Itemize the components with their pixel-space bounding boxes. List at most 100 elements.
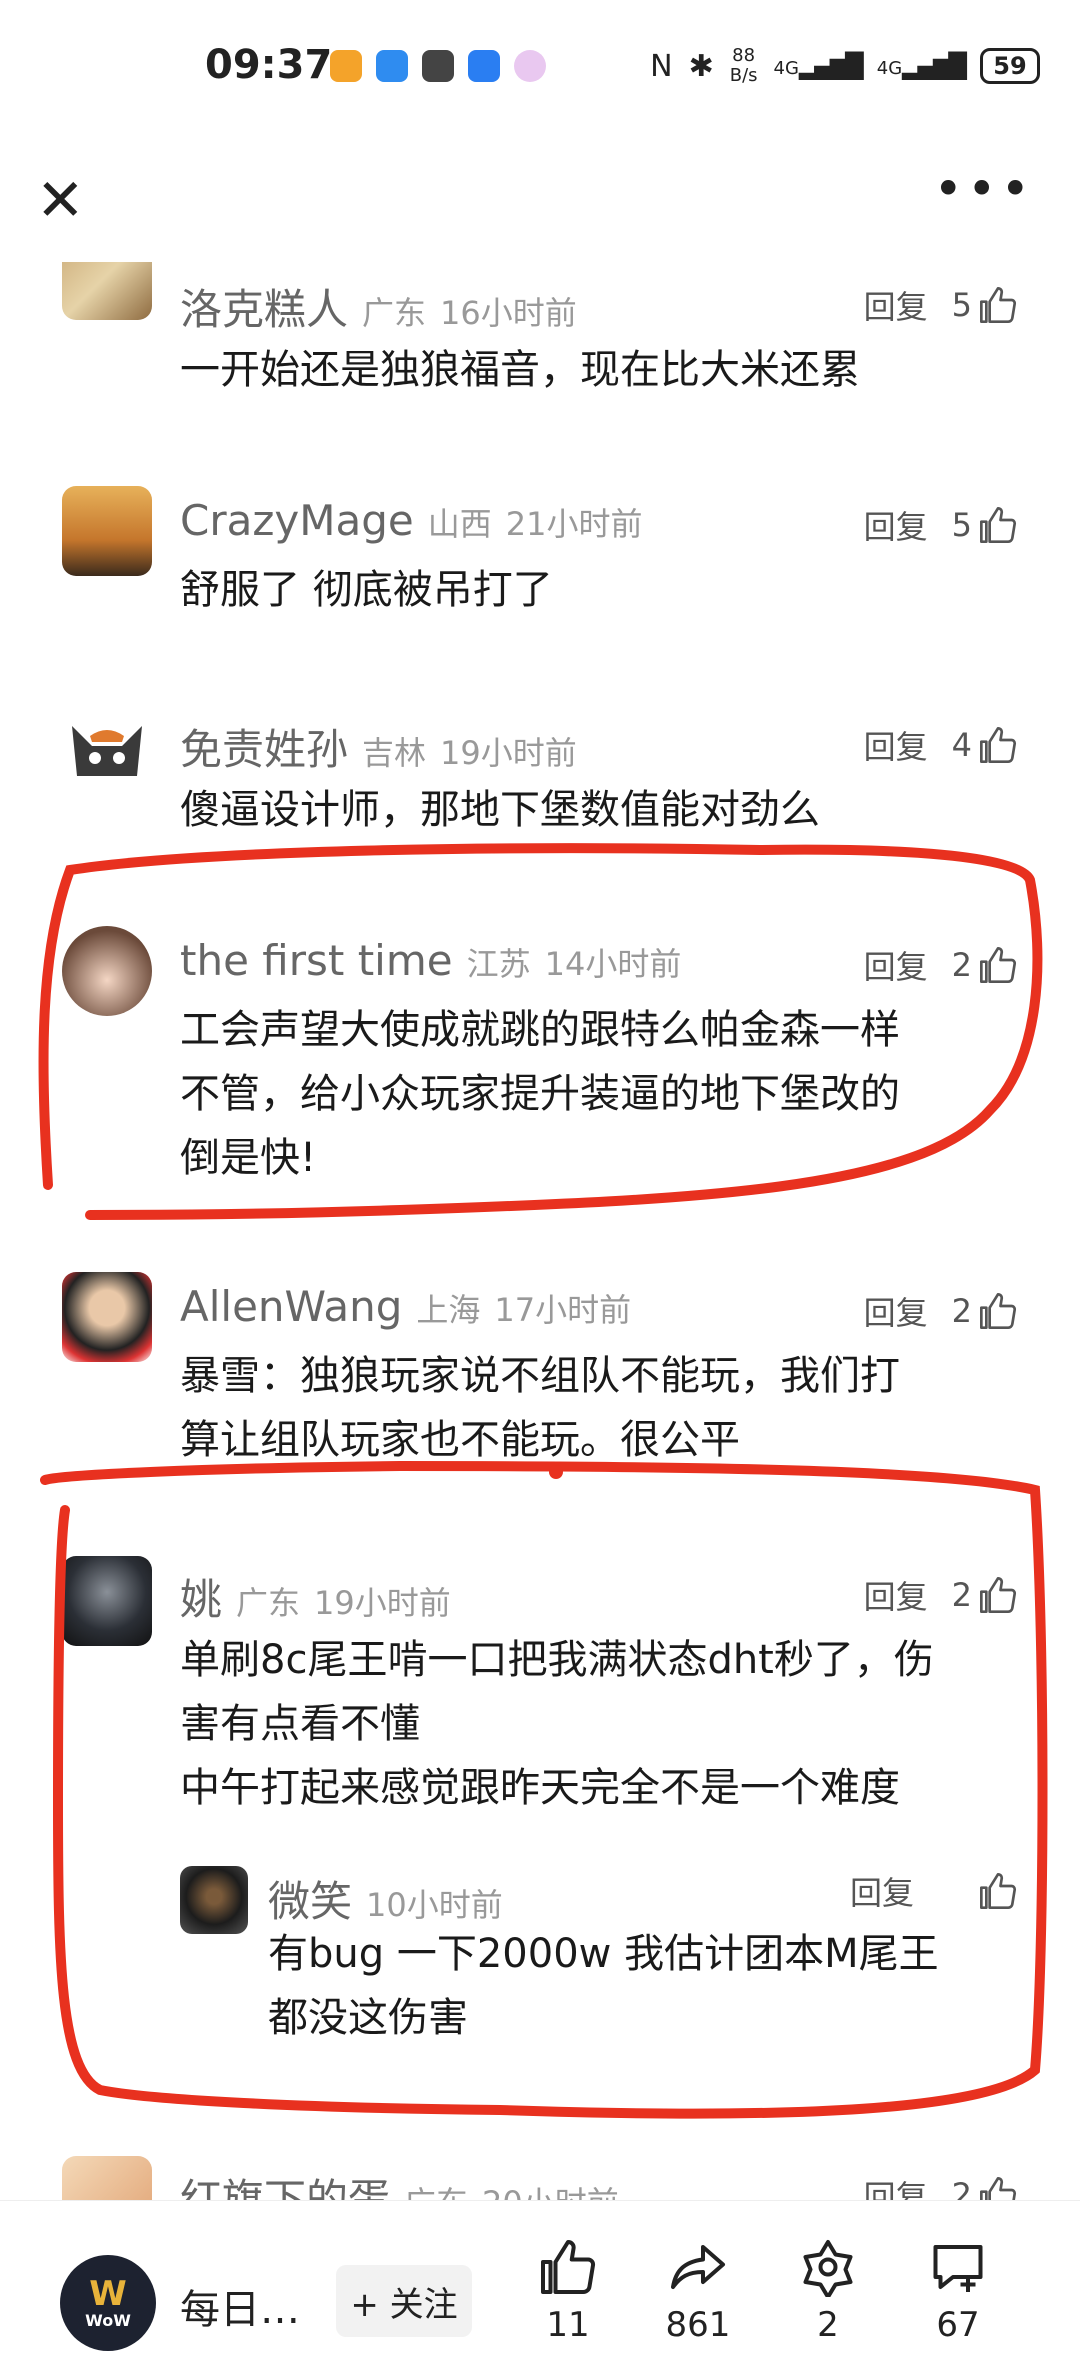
thumbs-up-icon <box>980 1873 1016 1909</box>
more-icon[interactable]: ••• <box>934 160 1034 218</box>
like-button[interactable]: 2 <box>952 1575 1018 1615</box>
comment-location: 广东 <box>362 294 427 332</box>
signal-2-icon: 4G▂▄▆█ <box>876 52 967 80</box>
comment-item: 红旗下的蛋 广东 20小时前 回复 2 <box>0 2156 1080 2202</box>
favorite-icon <box>803 2240 853 2297</box>
comment-actions: 回复 4 <box>864 722 1018 768</box>
comment-time: 17小时前 <box>494 1291 632 1329</box>
username[interactable]: 红旗下的蛋 <box>180 2166 390 2202</box>
share-count: 861 <box>665 2305 731 2345</box>
like-button[interactable]: 5 <box>952 285 1018 325</box>
reply-button[interactable]: 回复 <box>864 1288 928 1334</box>
comment-text-line: 单刷8c尾王啃一口把我满状态dht秒了，伤 <box>180 1637 934 1683</box>
comment-text: 傻逼设计师，那地下堡数值能对劲么 <box>180 787 820 833</box>
avatar[interactable] <box>62 2156 152 2202</box>
comment-time: 20小时前 <box>482 2178 619 2202</box>
comment-actions: 回复 <box>850 1868 1018 1914</box>
username[interactable]: AllenWang <box>180 1282 402 1331</box>
reply-button[interactable]: 回复 <box>864 1572 928 1618</box>
username[interactable]: 免责姓孙 <box>180 716 348 777</box>
username[interactable]: 洛克糕人 <box>180 276 348 337</box>
comment-item: CrazyMage 山西 21小时前 回复 5 舒服了 彻底被吊打了 <box>0 486 1080 613</box>
like-count: 4 <box>951 726 972 764</box>
like-button[interactable]: 2 <box>952 945 1018 985</box>
comment-actions: 回复 5 <box>864 502 1018 548</box>
thumbs-up-icon <box>980 2177 1016 2202</box>
comment-time: 19小时前 <box>440 734 577 772</box>
status-right: N ✱ 88 B/s 4G▂▄▆█ 4G▂▄▆█ 59 <box>650 46 1040 86</box>
avatar[interactable] <box>62 262 152 320</box>
comment-item: 免责姓孙 吉林 19小时前 回复 4 傻逼设计师，那地下堡数值能对劲么 <box>0 706 1080 833</box>
like-count: 2 <box>951 946 972 984</box>
avatar[interactable] <box>180 1866 248 1934</box>
like-count: 2 <box>951 1292 972 1330</box>
avatar[interactable] <box>62 926 152 1016</box>
close-icon[interactable]: ✕ <box>36 170 85 230</box>
avatar[interactable] <box>62 1272 152 1362</box>
comment-header: 洛克糕人 广东 16小时前 <box>180 276 577 337</box>
comment-item: AllenWang 上海 17小时前 回复 2 暴雪：独狼玩家说不组队不能玩，我… <box>0 1272 1080 1476</box>
username[interactable]: the first time <box>180 936 453 985</box>
battery-indicator: 59 <box>980 48 1040 84</box>
comment-text: 舒服了 彻底被吊打了 <box>180 567 553 613</box>
comment-list[interactable]: 洛克糕人 广东 16小时前 回复 5 一开始还是独狼福音，现在比大米还累 Cra… <box>0 262 1080 2202</box>
avatar[interactable] <box>62 486 152 576</box>
share-icon <box>671 2245 725 2289</box>
comment-location: 广东 <box>236 1584 301 1622</box>
username[interactable]: 微笑 <box>268 1868 352 1929</box>
comment-text-line: 工会声望大使成就跳的跟特么帕金森一样 <box>180 1007 900 1053</box>
comment-actions: 回复 5 <box>864 282 1018 328</box>
reply-button[interactable]: 回复 <box>864 2172 928 2202</box>
comment-actions: 回复 2 <box>864 1572 1018 1618</box>
reply-button[interactable]: 回复 <box>864 502 928 548</box>
comment-header: the first time 江苏 14小时前 <box>180 936 681 985</box>
comment-text: 工会声望大使成就跳的跟特么帕金森一样 不管，给小众玩家提升装逼的地下堡改的 倒是… <box>180 998 1010 1190</box>
comment-action[interactable]: 67 <box>908 2237 1008 2345</box>
like-button[interactable]: 5 <box>952 505 1018 545</box>
comment-header: 微笑 10小时前 <box>268 1868 503 1929</box>
comment-text-line: 都没这伤害 <box>268 1995 468 2041</box>
favorite-action[interactable]: 2 <box>778 2237 878 2345</box>
username[interactable]: 姚 <box>180 1566 222 1627</box>
comment-header: 姚 广东 19小时前 <box>180 1566 451 1627</box>
like-button[interactable]: 2 <box>952 1291 1018 1331</box>
comment-location: 江苏 <box>466 945 531 983</box>
like-count: 5 <box>951 286 972 324</box>
reply-button[interactable]: 回复 <box>864 722 928 768</box>
comment-text-line: 害有点看不懂 <box>180 1701 420 1747</box>
signal-1-icon: 4G▂▄▆█ <box>773 52 864 80</box>
comment-text-line: 倒是快! <box>180 1135 317 1181</box>
reply-button[interactable]: 回复 <box>864 282 928 328</box>
reply-button[interactable]: 回复 <box>850 1868 914 1914</box>
comment-actions: 回复 2 <box>864 942 1018 988</box>
share-action[interactable]: 861 <box>648 2237 748 2345</box>
account-logo[interactable]: W WoW <box>60 2255 156 2351</box>
logo-text: WoW <box>85 2310 131 2330</box>
avatar[interactable] <box>62 1556 152 1646</box>
comment-location: 吉林 <box>362 734 427 772</box>
status-time: 09:37 <box>205 42 333 88</box>
reply-button[interactable]: 回复 <box>864 942 928 988</box>
bluetooth-icon: ✱ <box>688 48 714 84</box>
like-count: 2 <box>951 2176 972 2202</box>
like-button[interactable] <box>978 1871 1018 1911</box>
logo-letter: W <box>89 2273 127 2314</box>
follow-button[interactable]: + 关注 <box>336 2265 472 2337</box>
comment-actions: 回复 2 <box>864 1288 1018 1334</box>
like-button[interactable]: 4 <box>952 725 1018 765</box>
comment-text: 暴雪：独狼玩家说不组队不能玩，我们打 算让组队玩家也不能玩。很公平 <box>180 1344 1010 1472</box>
thumbs-up-icon <box>980 1577 1016 1613</box>
notification-icons <box>330 50 546 82</box>
comment-text-line: 算让组队玩家也不能玩。很公平 <box>180 1417 740 1463</box>
thumbs-up-icon <box>541 2240 596 2294</box>
like-action[interactable]: 11 <box>518 2237 618 2345</box>
comment-header: AllenWang 上海 17小时前 <box>180 1282 631 1331</box>
avatar[interactable] <box>62 706 152 796</box>
username[interactable]: CrazyMage <box>180 496 414 545</box>
app-notification-icon-2 <box>422 50 454 82</box>
like-button[interactable]: 2 <box>952 2175 1018 2202</box>
status-bar: 09:37 N ✱ 88 B/s 4G▂▄▆█ 4G▂▄▆█ 59 <box>0 0 1080 140</box>
comment-text-line: 不管，给小众玩家提升装逼的地下堡改的 <box>180 1071 900 1117</box>
account-name[interactable]: 每日… <box>180 2277 300 2335</box>
app-notification-icon-3 <box>514 50 546 82</box>
